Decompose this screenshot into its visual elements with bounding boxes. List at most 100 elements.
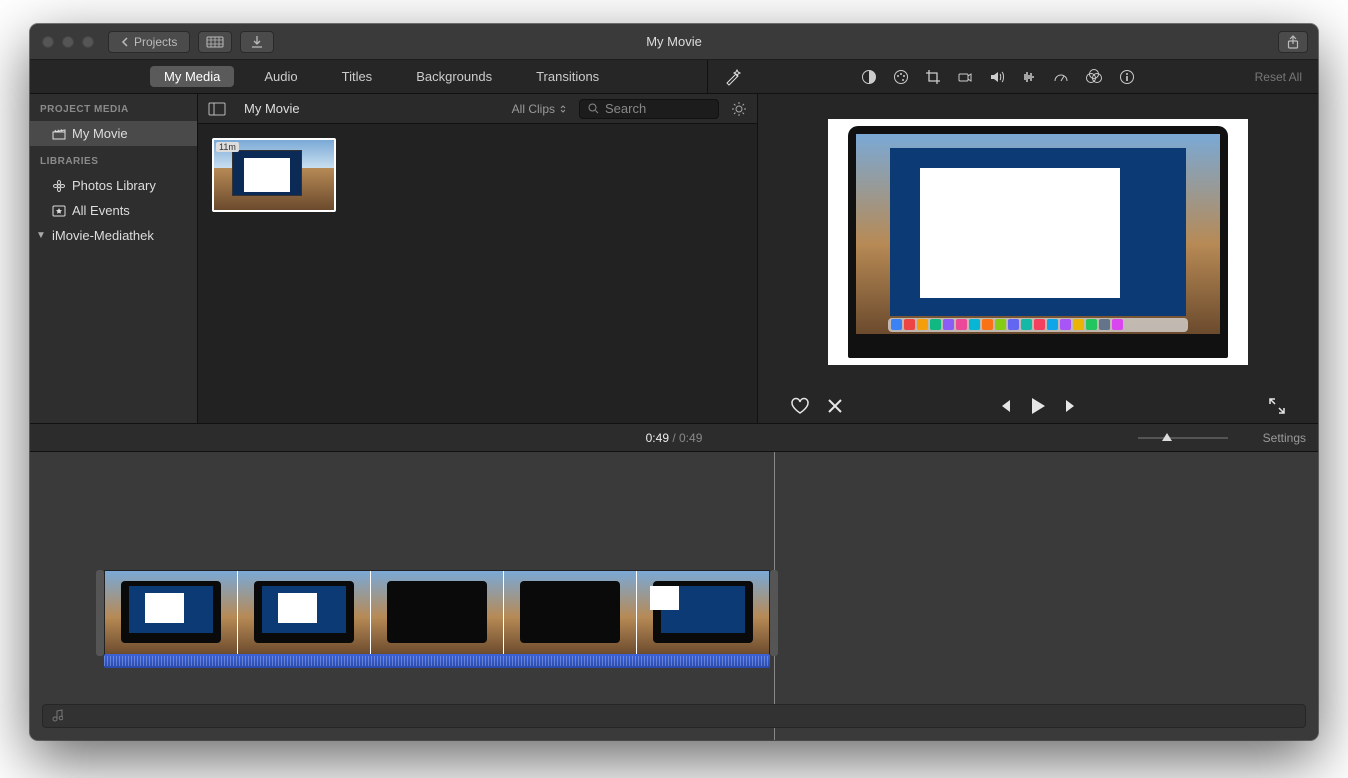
sidebar-header-project: PROJECT MEDIA xyxy=(30,94,197,121)
minimize-button[interactable] xyxy=(62,36,74,48)
speed-button[interactable] xyxy=(1053,69,1069,85)
skip-forward-icon xyxy=(1063,398,1079,414)
search-input[interactable]: Search xyxy=(579,99,719,119)
tab-backgrounds[interactable]: Backgrounds xyxy=(402,66,506,87)
heart-icon xyxy=(790,397,810,415)
media-tabs: My Media Audio Titles Backgrounds Transi… xyxy=(30,60,708,93)
tab-my-media[interactable]: My Media xyxy=(150,66,234,87)
star-box-icon xyxy=(52,204,66,218)
timeline-clip[interactable] xyxy=(96,570,778,656)
projects-label: Projects xyxy=(134,35,177,49)
sidebar-item-label: My Movie xyxy=(72,126,128,141)
x-icon xyxy=(826,397,844,415)
sidebar-item-mediathek[interactable]: ▼ iMovie-Mediathek xyxy=(30,223,197,248)
share-icon xyxy=(1287,35,1299,49)
adjust-icons xyxy=(861,69,1135,85)
window-controls xyxy=(42,36,94,48)
adjust-toolbar: Reset All xyxy=(708,60,1318,93)
crop-button[interactable] xyxy=(925,69,941,85)
close-button[interactable] xyxy=(42,36,54,48)
noise-eq-button[interactable] xyxy=(1021,69,1037,85)
browser-settings-button[interactable] xyxy=(731,101,747,117)
filmstrip-icon xyxy=(206,36,224,48)
filters-button[interactable] xyxy=(1085,69,1103,85)
clip-trim-left-handle[interactable] xyxy=(96,570,104,656)
tab-transitions[interactable]: Transitions xyxy=(522,66,613,87)
sidebar: PROJECT MEDIA My Movie LIBRARIES Photos … xyxy=(30,94,198,423)
tabs-row: My Media Audio Titles Backgrounds Transi… xyxy=(30,60,1318,94)
timeline-header: 0:49 / 0:49 Settings xyxy=(30,424,1318,452)
clapper-icon xyxy=(52,127,66,141)
disclosure-triangle-icon[interactable]: ▼ xyxy=(36,230,46,241)
clip-trim-right-handle[interactable] xyxy=(770,570,778,656)
color-correction-button[interactable] xyxy=(893,69,909,85)
overlapping-circles-icon xyxy=(1085,69,1103,85)
sidebar-item-label: iMovie-Mediathek xyxy=(52,228,154,243)
sidebar-item-my-movie[interactable]: My Movie xyxy=(30,121,197,146)
skip-back-icon xyxy=(997,398,1013,414)
fullscreen-button[interactable] xyxy=(1268,397,1286,415)
projects-back-button[interactable]: Projects xyxy=(108,31,190,53)
speaker-icon xyxy=(989,69,1005,85)
info-button[interactable] xyxy=(1119,69,1135,85)
flower-icon xyxy=(52,179,66,193)
favorite-button[interactable] xyxy=(790,397,810,415)
download-arrow-icon xyxy=(251,35,263,49)
play-icon xyxy=(1029,396,1047,416)
browser-toolbar: My Movie All Clips Search xyxy=(198,94,757,124)
crop-icon xyxy=(925,69,941,85)
reject-button[interactable] xyxy=(826,397,844,415)
search-placeholder: Search xyxy=(605,101,646,116)
sidebar-item-all-events[interactable]: All Events xyxy=(30,198,197,223)
clip-duration-badge: 11m xyxy=(216,142,239,152)
search-icon xyxy=(588,103,599,114)
zoom-slider[interactable] xyxy=(1138,433,1228,443)
stabilization-button[interactable] xyxy=(957,69,973,85)
tab-titles[interactable]: Titles xyxy=(328,66,387,87)
clip-library-button[interactable] xyxy=(198,31,232,53)
volume-button[interactable] xyxy=(989,69,1005,85)
layout-icon xyxy=(208,102,226,116)
music-track[interactable] xyxy=(42,704,1306,728)
timeline[interactable] xyxy=(30,452,1318,740)
media-browser: My Movie All Clips Search xyxy=(198,94,758,423)
sidebar-header-libraries: LIBRARIES xyxy=(30,146,197,173)
half-circle-icon xyxy=(861,69,877,85)
play-button[interactable] xyxy=(1029,396,1047,416)
filter-label: All Clips xyxy=(512,102,555,116)
timecode-display: 0:49 / 0:49 xyxy=(646,431,703,445)
clip-filmstrip xyxy=(104,570,770,656)
layout-toggle-button[interactable] xyxy=(208,102,226,116)
share-button[interactable] xyxy=(1278,31,1308,53)
clip-audio-waveform[interactable] xyxy=(104,654,770,668)
import-button[interactable] xyxy=(240,31,274,53)
imovie-window: Projects My Movie My Media Audio Titles xyxy=(30,24,1318,740)
enhance-wand-button[interactable] xyxy=(724,68,742,86)
sidebar-item-photos-library[interactable]: Photos Library xyxy=(30,173,197,198)
total-duration: 0:49 xyxy=(679,431,702,445)
equalizer-icon xyxy=(1021,69,1037,85)
prev-button[interactable] xyxy=(997,398,1013,414)
next-button[interactable] xyxy=(1063,398,1079,414)
zoom-knob-icon[interactable] xyxy=(1162,433,1172,443)
clips-filter-dropdown[interactable]: All Clips xyxy=(512,102,567,116)
playback-controls xyxy=(786,385,1290,415)
clip-thumbnail[interactable]: 11m xyxy=(212,138,336,212)
chevron-left-icon xyxy=(121,37,128,47)
sidebar-item-label: All Events xyxy=(72,203,130,218)
zoom-button[interactable] xyxy=(82,36,94,48)
tab-audio[interactable]: Audio xyxy=(250,66,311,87)
info-icon xyxy=(1119,69,1135,85)
speedometer-icon xyxy=(1053,69,1069,85)
preview-canvas xyxy=(786,104,1290,379)
expand-icon xyxy=(1268,397,1286,415)
music-note-icon xyxy=(51,709,63,723)
browser-body: 11m xyxy=(198,124,757,423)
reset-all-button[interactable]: Reset All xyxy=(1255,70,1302,84)
preview-frame xyxy=(828,119,1248,365)
updown-chevron-icon xyxy=(559,104,567,114)
timeline-settings-button[interactable]: Settings xyxy=(1263,431,1306,445)
viewer-panel xyxy=(758,94,1318,423)
camera-icon xyxy=(957,69,973,85)
color-balance-button[interactable] xyxy=(861,69,877,85)
